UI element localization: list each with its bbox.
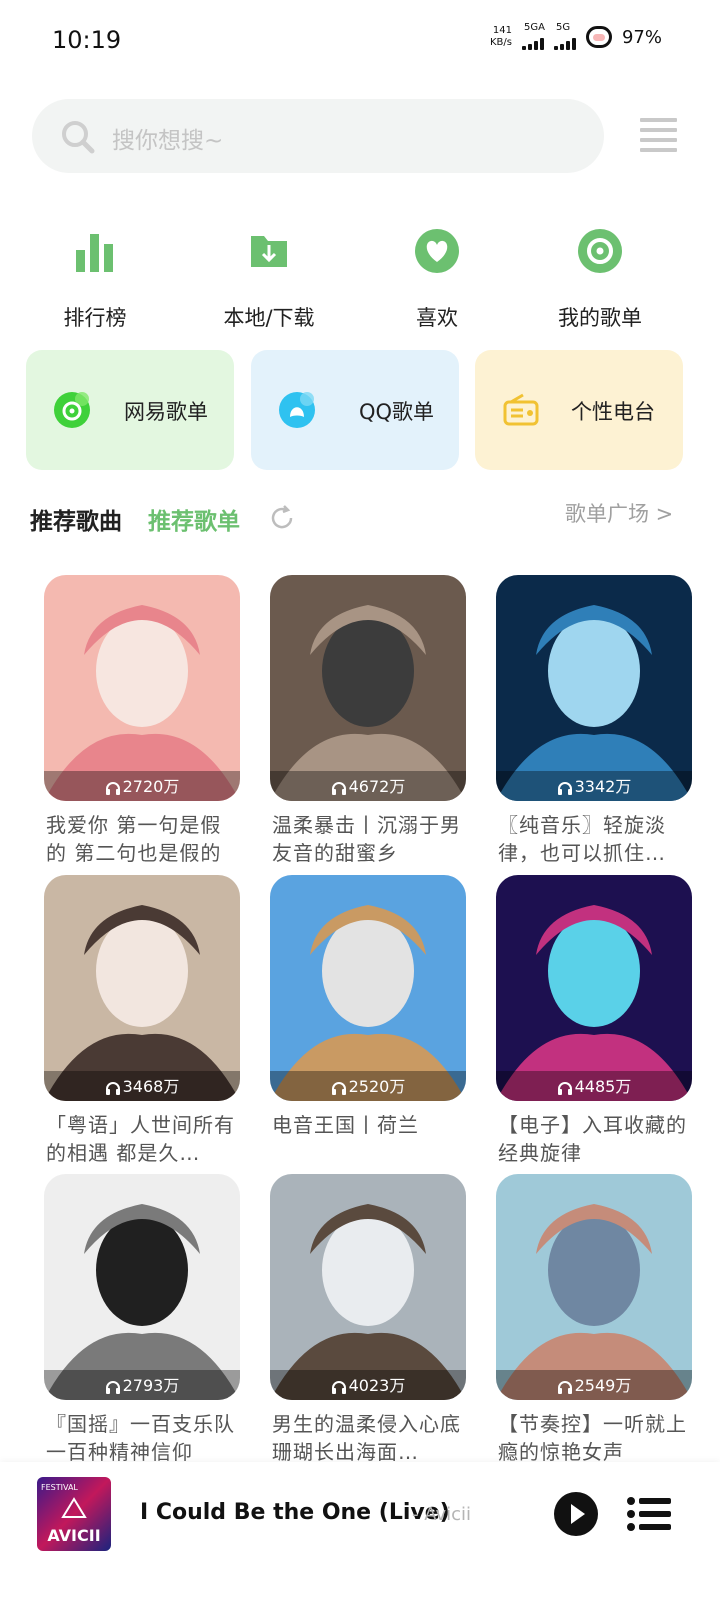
source-radio[interactable]: 个性电台 [475, 350, 683, 470]
search-placeholder: 搜你想搜~ [112, 128, 224, 154]
play-count: 4485万 [496, 1073, 692, 1097]
source-qq[interactable]: QQ歌单 [251, 350, 459, 470]
playlist-queue-icon[interactable] [626, 1495, 672, 1533]
play-count: 4023万 [270, 1372, 466, 1396]
play-count: 3342万 [496, 773, 692, 797]
playlist-cover[interactable]: 4485万 [496, 875, 692, 1101]
search-input[interactable]: 搜你想搜~ [32, 99, 604, 173]
album-art[interactable]: FESTIVAL AVICII [37, 1477, 111, 1551]
playlist-cover[interactable]: 2520万 [270, 875, 466, 1101]
playlist-title: 电音王国丨荷兰 [272, 1113, 419, 1137]
status-icons: 141 KB/s 5GA 5G 97% [489, 22, 662, 50]
netease-music-icon [54, 392, 90, 428]
playlist-cover[interactable]: 4023万 [270, 1174, 466, 1400]
playlist-plaza-link[interactable]: 歌单广场 > [565, 498, 673, 528]
play-count: 2520万 [270, 1073, 466, 1097]
play-count: 2549万 [496, 1372, 692, 1396]
network-speed: 141 KB/s [489, 25, 512, 48]
song-title: I Could Be the One (Live) [140, 1500, 450, 1525]
playlist-title: 「粤语」人世间所有的相遇 都是久… [46, 1113, 235, 1165]
status-time: 10:19 [52, 26, 122, 54]
playlist-cover[interactable]: 2793万 [44, 1174, 240, 1400]
disc-icon [578, 229, 622, 273]
svg-text:AVICII: AVICII [47, 1526, 100, 1545]
play-count: 2793万 [44, 1372, 240, 1396]
song-artist: - Avicii [412, 1504, 472, 1525]
playlist-cover[interactable]: 3342万 [496, 575, 692, 801]
battery-icon [585, 26, 612, 48]
playlist-title: 『国摇』一百支乐队一百种精神信仰 [46, 1412, 235, 1464]
chart-bars-icon [76, 234, 113, 272]
playlist-cover[interactable]: 2720万 [44, 575, 240, 801]
heart-icon [415, 229, 459, 273]
playlist-cover[interactable]: 3468万 [44, 875, 240, 1101]
qq-music-icon [279, 392, 315, 428]
play-count: 2720万 [44, 773, 240, 797]
source-netease[interactable]: 网易歌单 [26, 350, 234, 470]
menu-icon[interactable] [640, 118, 677, 152]
status-bar: 10:19 141 KB/s 5GA 5G 97% [0, 0, 720, 80]
battery-percent: 97% [621, 26, 662, 48]
search-icon [62, 121, 95, 154]
playlist-title: 男生的温柔侵入心底 珊瑚长出海面… [272, 1412, 461, 1464]
playlist-title: 温柔暴击丨沉溺于男友音的甜蜜乡 [272, 813, 461, 865]
playlist-title: 【节奏控】一听就上瘾的惊艳女声 [498, 1412, 687, 1464]
signal-5g-icon: 5G [553, 22, 576, 50]
radio-icon [503, 393, 539, 426]
playlist-cover[interactable]: 2549万 [496, 1174, 692, 1400]
refresh-icon[interactable] [268, 504, 296, 532]
download-folder-icon [251, 236, 287, 267]
mini-player[interactable]: FESTIVAL AVICII I Could Be the One (Live… [0, 1462, 720, 1600]
play-button[interactable] [554, 1492, 598, 1536]
playlist-cover[interactable]: 4672万 [270, 575, 466, 801]
quick-nav: 排行榜 本地/下载 喜欢 我的歌单 [0, 220, 720, 330]
play-count: 3468万 [44, 1073, 240, 1097]
play-count: 4672万 [270, 773, 466, 797]
playlist-title: 我爱你 第一句是假的 第二句也是假的 [46, 813, 222, 865]
tab-recommend-songs[interactable]: 推荐歌曲 [30, 502, 122, 536]
signal-5ga-icon: 5GA [521, 22, 545, 50]
playlist-title: 【电子】入耳收藏的经典旋律 [498, 1113, 687, 1165]
playlist-title: 〖纯音乐〗轻旋淡律，也可以抓住… [498, 813, 666, 865]
tab-recommend-playlists[interactable]: 推荐歌单 [148, 502, 240, 536]
svg-text:FESTIVAL: FESTIVAL [41, 1483, 78, 1492]
